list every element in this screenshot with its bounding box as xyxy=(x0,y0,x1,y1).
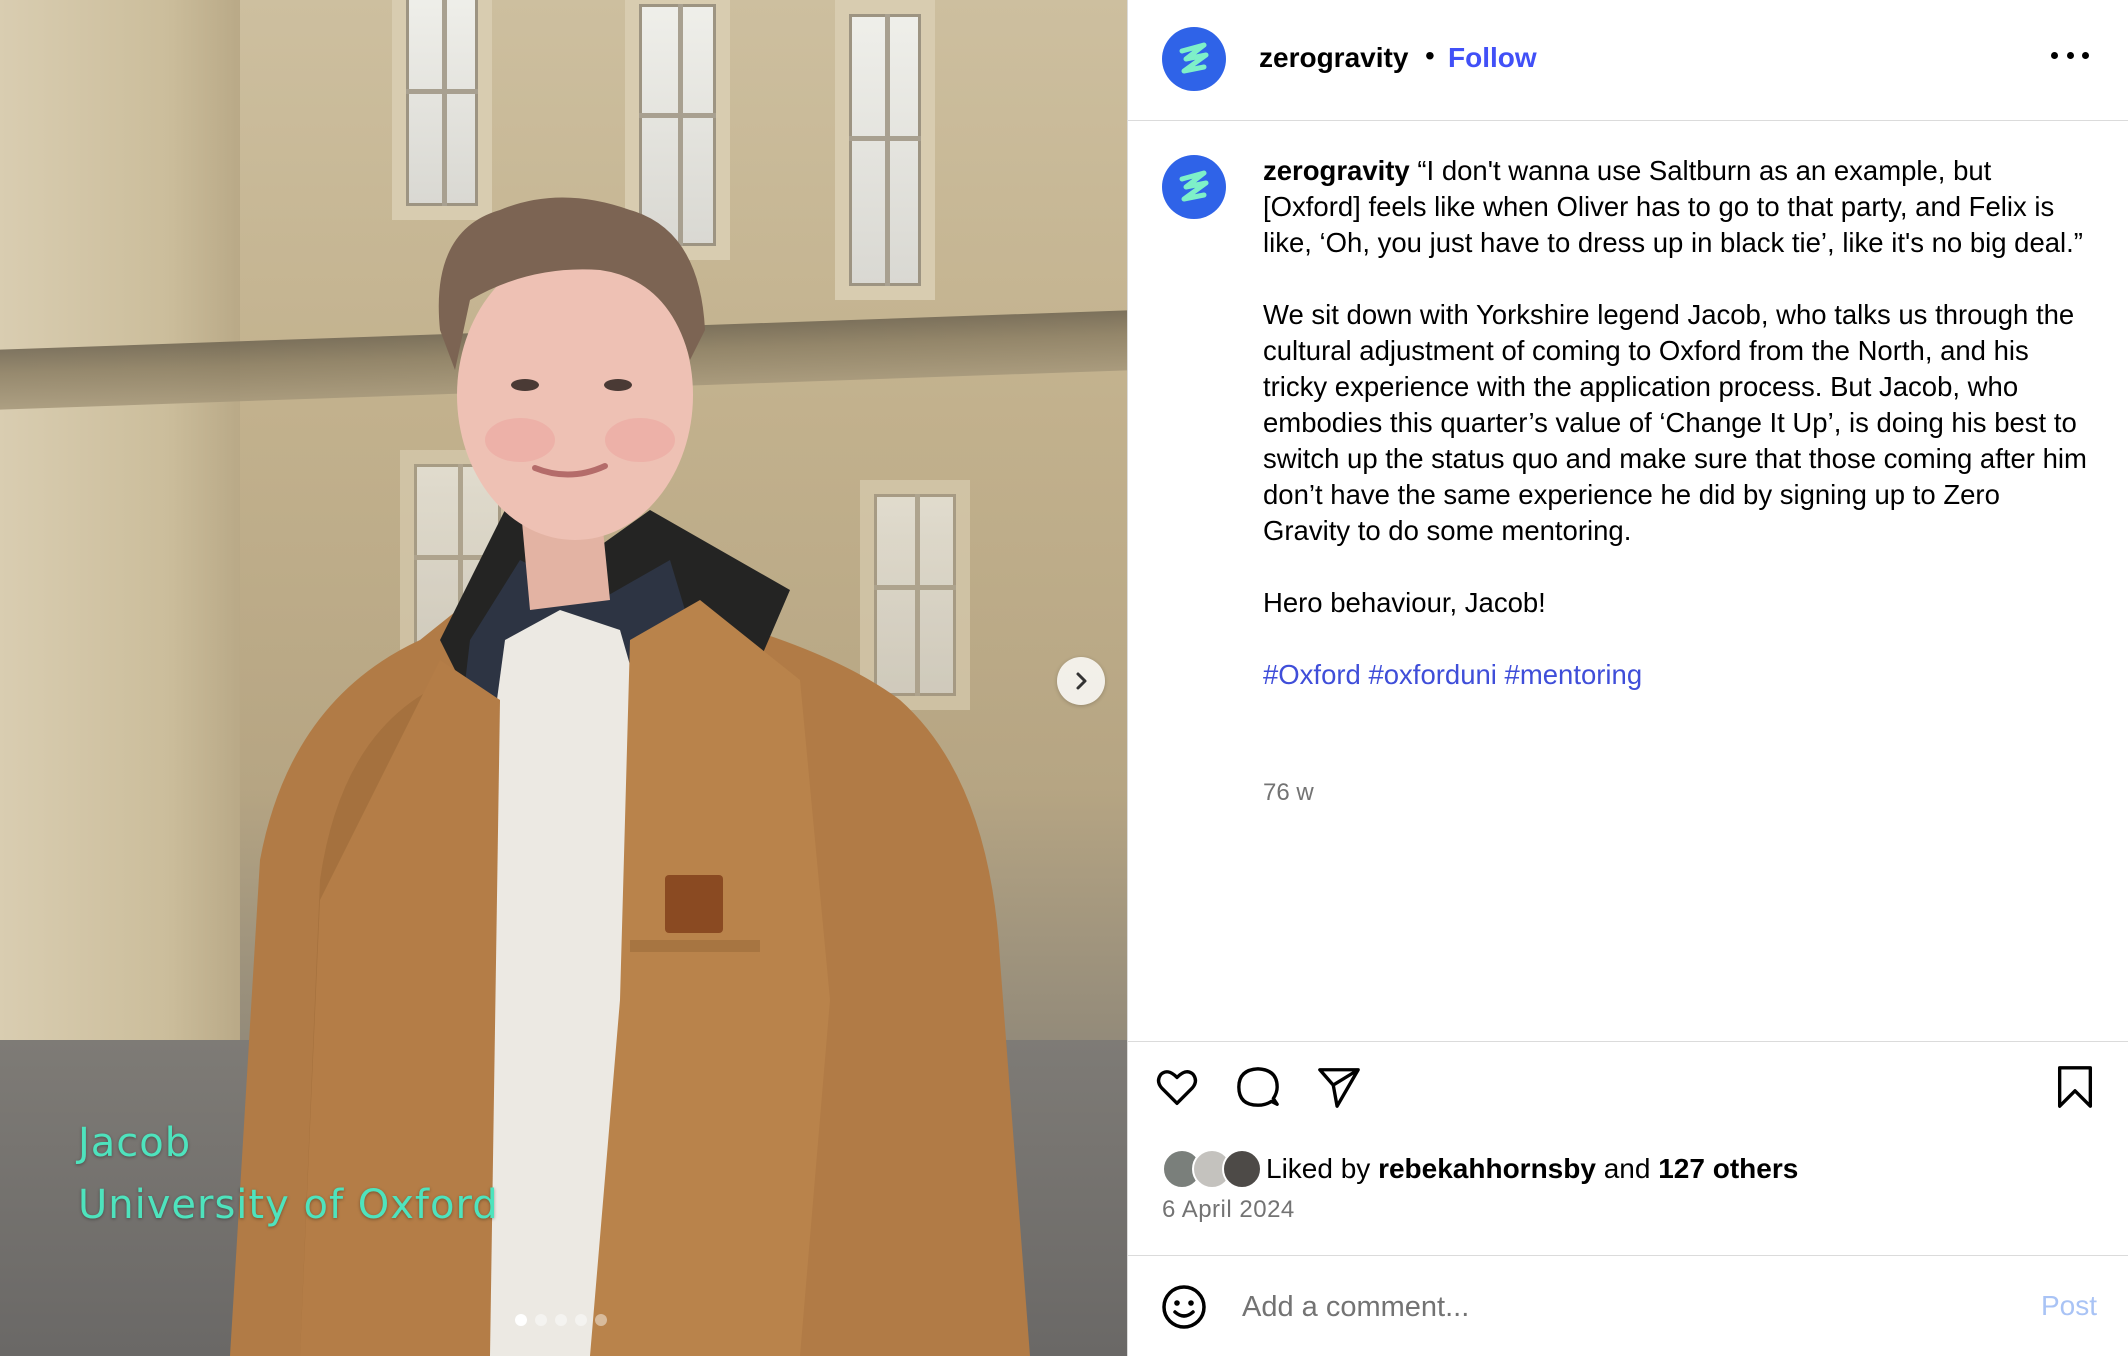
photo-caption-name: Jacob xyxy=(78,1120,192,1166)
post-time-ago[interactable]: 76 w xyxy=(1263,779,1314,807)
more-options-button[interactable] xyxy=(2051,48,2089,62)
emoji-button[interactable] xyxy=(1160,1283,1208,1336)
smiley-icon xyxy=(1162,1285,1206,1329)
paper-plane-icon xyxy=(1318,1068,1360,1108)
carousel-dot[interactable] xyxy=(575,1314,587,1326)
avatar xyxy=(1222,1149,1262,1189)
hashtags: #Oxford #oxforduni #mentoring xyxy=(1263,657,2093,693)
more-options-icon xyxy=(2051,51,2058,59)
carousel-dot[interactable] xyxy=(555,1314,567,1326)
carousel-dot[interactable] xyxy=(535,1314,547,1326)
post-date[interactable]: 6 April 2024 xyxy=(1162,1196,1295,1224)
comment-bar: Post xyxy=(1128,1255,2128,1356)
caption-paragraph: We sit down with Yorkshire legend Jacob,… xyxy=(1263,299,2087,546)
carousel-dot[interactable] xyxy=(595,1314,607,1326)
bookmark-icon xyxy=(2057,1066,2093,1108)
hashtag-link[interactable]: #oxforduni xyxy=(1368,659,1496,690)
carousel-dots xyxy=(515,1314,607,1326)
liked-by-and: and xyxy=(1603,1153,1651,1184)
caption-username[interactable]: zerogravity xyxy=(1263,155,1410,186)
comment-bubble-icon xyxy=(1237,1067,1279,1107)
follow-button[interactable]: Follow xyxy=(1448,42,1537,74)
post-caption: zerogravity “I don't wanna use Saltburn … xyxy=(1263,153,2093,729)
liked-by-prefix: Liked by xyxy=(1266,1153,1371,1184)
post-caption-area: zerogravity “I don't wanna use Saltburn … xyxy=(1128,121,2128,1041)
save-button[interactable] xyxy=(2052,1064,2098,1115)
header-separator: • xyxy=(1425,40,1435,71)
hashtag-link[interactable]: #Oxford xyxy=(1263,659,1361,690)
caption-quote: zerogravity “I don't wanna use Saltburn … xyxy=(1263,153,2093,261)
chevron-right-icon xyxy=(1076,672,1087,690)
post-comment-button[interactable]: Post xyxy=(2041,1290,2097,1322)
like-button[interactable] xyxy=(1154,1064,1200,1115)
likes-count-link[interactable]: 127 others xyxy=(1658,1153,1798,1184)
liker-avatars[interactable] xyxy=(1162,1149,1262,1189)
caption-avatar[interactable] xyxy=(1162,155,1226,219)
share-button[interactable] xyxy=(1316,1064,1362,1115)
photo-caption-school: University of Oxford xyxy=(78,1182,499,1228)
carousel-next-button[interactable] xyxy=(1057,657,1105,705)
liked-by-text: Liked by rebekahhornsby and 127 others xyxy=(1266,1153,1798,1185)
liked-by-row: Liked by rebekahhornsby and 127 others xyxy=(1162,1149,1798,1189)
profile-avatar[interactable] xyxy=(1162,27,1226,91)
post-header: zerogravity • Follow xyxy=(1128,0,2128,121)
heart-icon xyxy=(1156,1070,1198,1105)
post-photo: Jacob University of Oxford xyxy=(0,0,1127,1356)
post-details-panel: zerogravity • Follow zerogravity “I don'… xyxy=(1127,0,2128,1356)
zero-gravity-logo-icon xyxy=(1179,170,1209,202)
comment-button[interactable] xyxy=(1235,1064,1281,1115)
hashtag-link[interactable]: #mentoring xyxy=(1505,659,1643,690)
zero-gravity-logo-icon xyxy=(1179,42,1209,74)
post-actions: Liked by rebekahhornsby and 127 others 6… xyxy=(1128,1041,2128,1255)
caption-paragraph: Hero behaviour, Jacob! xyxy=(1263,587,1546,618)
carousel-dot[interactable] xyxy=(515,1314,527,1326)
header-username[interactable]: zerogravity xyxy=(1259,42,1408,74)
comment-input[interactable] xyxy=(1242,1284,1942,1330)
liked-by-user-link[interactable]: rebekahhornsby xyxy=(1378,1153,1596,1184)
